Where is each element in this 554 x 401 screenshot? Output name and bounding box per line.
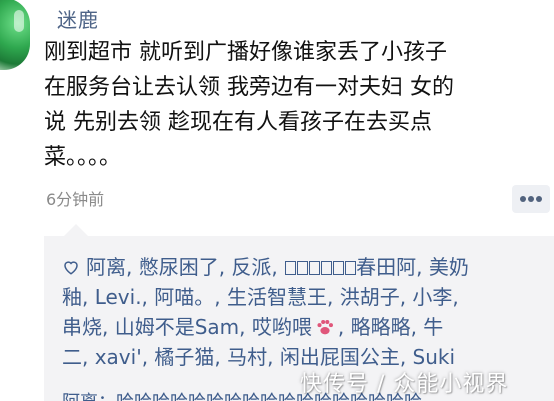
missing-glyph-name[interactable] (284, 255, 356, 279)
post-content: 刚到超市 就听到广播好像谁家丢了小孩子 在服务台让去认领 我旁边有一对夫妇 女的… (44, 35, 544, 175)
panel-caret (64, 224, 88, 236)
liker-names[interactable]: 阿离, 憋尿困了, 反派, (86, 255, 284, 279)
heart-icon (64, 261, 78, 275)
post-content-line: 菜。。。。 (44, 145, 122, 170)
post-timestamp: 6分钟前 (46, 190, 105, 209)
likes-line[interactable]: 釉, Levi., 阿喵。, 生活智慧王, 洪胡子, 小李, (62, 282, 542, 312)
paw-emoji-icon (317, 319, 333, 335)
likes-list: 阿离, 憋尿困了, 反派, 春田阿, 美奶 釉, Levi., 阿喵。, 生活智… (62, 252, 542, 372)
ellipsis-dot (536, 196, 542, 202)
liker-names[interactable]: 串烧, 山姆不是Sam, 哎哟喂 (62, 315, 312, 339)
ellipsis-dot (528, 196, 534, 202)
avatar[interactable] (0, 0, 32, 70)
liker-names[interactable]: 春田阿, 美奶 (356, 255, 469, 279)
username[interactable]: 迷鹿 (57, 4, 99, 33)
ellipsis-icon (520, 196, 526, 202)
likes-line: 阿离, 憋尿困了, 反派, 春田阿, 美奶 (62, 252, 542, 282)
post-content-line: 在服务台让去认领 我旁边有一对夫妇 女的 (44, 75, 454, 100)
comment-menu-button[interactable] (512, 185, 550, 213)
likes-line: 串烧, 山姆不是Sam, 哎哟喂 , 略略略, 牛 (62, 312, 542, 342)
post-content-line: 刚到超市 就听到广播好像谁家丢了小孩子 (44, 40, 447, 65)
liker-names[interactable]: , 略略略, 牛 (338, 315, 443, 339)
post-content-line: 说 先别去领 趁现在有人看孩子在去买点 (44, 110, 432, 135)
watermark: 快传号 / 众能小视界 (300, 372, 509, 397)
